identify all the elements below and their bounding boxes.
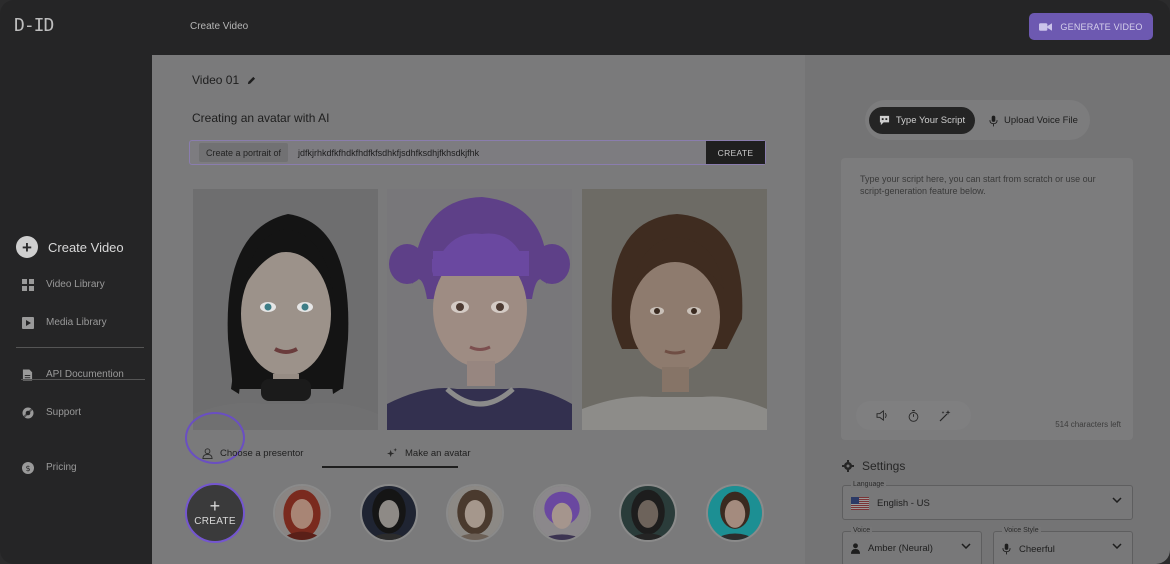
sidebar-item-create-video[interactable]: + Create Video [16, 236, 124, 258]
voice-select[interactable]: Voice Amber (Neural) [842, 527, 982, 564]
script-placeholder: Type your script here, you can start fro… [860, 174, 1096, 196]
create-avatar-label: CREATE [194, 516, 236, 527]
sidebar-item-label: Create Video [48, 239, 124, 255]
d-id-logo[interactable]: D-ID [14, 15, 54, 36]
breadcrumb: Create Video [190, 21, 249, 32]
voice-style-value-row: Cheerful [1002, 543, 1055, 555]
upload-voice-tab[interactable]: Upload Voice File [989, 107, 1078, 134]
script-tools [856, 401, 971, 430]
language-value-row: English - US [851, 497, 930, 510]
chat-icon [879, 115, 889, 126]
characters-left: 514 characters left [1055, 420, 1121, 429]
voice-value: Amber (Neural) [868, 543, 933, 554]
gear-icon [842, 460, 854, 472]
chevron-down-icon [961, 543, 971, 549]
tab-make-avatar[interactable]: Make an avatar [387, 440, 470, 467]
sidebar-item-label: Video Library [46, 279, 105, 290]
create-avatar-button[interactable]: + CREATE [185, 483, 245, 543]
person-icon [202, 448, 213, 459]
presenter-tabs: Choose a presentor Make an avatar [192, 440, 612, 468]
play-icon [21, 316, 34, 329]
prompt-create-button[interactable]: CREATE [706, 141, 765, 164]
presenter-thumbnail[interactable] [273, 484, 331, 542]
generate-video-button[interactable]: GENERATE VIDEO [1029, 13, 1153, 40]
generated-avatar-image[interactable] [387, 189, 572, 430]
settings-header: Settings [842, 459, 905, 473]
sidebar-item-label: Pricing [46, 462, 77, 473]
timer-icon[interactable] [908, 409, 919, 422]
presenter-thumbnail[interactable] [533, 484, 591, 542]
speaker-icon[interactable] [876, 410, 889, 421]
dollar-icon: $ [21, 461, 34, 474]
section-title: Creating an avatar with AI [192, 111, 330, 125]
microphone-icon [1002, 543, 1011, 555]
us-flag-icon [851, 497, 869, 510]
sidebar-item-video-library[interactable]: Video Library [21, 278, 105, 291]
sidebar-divider [21, 379, 145, 380]
voice-style-label: Voice Style [1002, 527, 1041, 534]
sidebar-item-pricing[interactable]: $ Pricing [21, 461, 77, 474]
person-icon [851, 543, 860, 554]
grid-icon [21, 278, 34, 291]
sidebar-item-media-library[interactable]: Media Library [21, 316, 107, 329]
prompt-input[interactable]: jdfkjrhkdfkfhdkfhdfkfsdhkfjsdhfksdhjfkhs… [298, 148, 706, 158]
sidebar: + Create Video Video Library Media Libra… [0, 55, 152, 564]
active-tab-underline [322, 466, 458, 468]
lifebuoy-icon [21, 406, 34, 419]
script-panel: Type Your Script Upload Voice File Type … [805, 55, 1170, 564]
settings-title: Settings [862, 459, 906, 473]
voice-style-select[interactable]: Voice Style Cheerful [993, 527, 1133, 564]
script-textarea[interactable]: Type your script here, you can start fro… [841, 158, 1133, 440]
chevron-down-icon [1112, 497, 1122, 503]
voice-label: Voice [851, 527, 873, 534]
chevron-down-icon [1112, 543, 1122, 549]
language-value: English - US [877, 498, 930, 509]
sidebar-item-label: Support [46, 407, 82, 418]
main-panel: Video 01 Creating an avatar with AI Crea… [152, 55, 805, 564]
script-mode-toggle: Type Your Script Upload Voice File [865, 100, 1090, 140]
top-bar: D-ID Create Video GENERATE VIDEO [0, 0, 1170, 55]
avatar-prompt-bar: Create a portrait of jdfkjrhkdfkfhdkfhdf… [189, 140, 766, 165]
tab-label: Make an avatar [405, 448, 471, 459]
app-window: D-ID Create Video GENERATE VIDEO + Creat… [0, 0, 1170, 564]
presenter-thumbnail[interactable] [706, 484, 764, 542]
video-title-row: Video 01 [192, 73, 256, 87]
video-title[interactable]: Video 01 [192, 73, 239, 87]
plus-icon: + [209, 496, 221, 516]
sidebar-divider [16, 347, 144, 348]
voice-value-row: Amber (Neural) [851, 543, 933, 554]
video-camera-icon [1039, 22, 1053, 31]
presenter-thumbnail[interactable] [360, 484, 418, 542]
microphone-icon [989, 115, 998, 126]
language-select[interactable]: Language English - US [842, 481, 1133, 520]
svg-text:$: $ [25, 464, 30, 473]
type-script-label: Type Your Script [895, 115, 966, 126]
presenter-thumbnail[interactable] [619, 484, 677, 542]
generated-avatar-image[interactable] [193, 189, 378, 430]
tab-choose-presentor[interactable]: Choose a presentor [202, 440, 303, 467]
voice-style-value: Cheerful [1019, 543, 1055, 555]
pencil-icon[interactable] [247, 76, 256, 85]
prompt-prefix: Create a portrait of [199, 143, 289, 162]
tab-label: Choose a presentor [220, 448, 304, 459]
presenter-thumbnail[interactable] [446, 484, 504, 542]
upload-voice-label: Upload Voice File [1004, 115, 1078, 126]
sidebar-item-label: Media Library [46, 317, 107, 328]
sidebar-item-support[interactable]: Support [21, 406, 81, 419]
plus-icon: + [16, 236, 38, 258]
type-script-tab[interactable]: Type Your Script [869, 107, 975, 134]
language-label: Language [851, 481, 887, 488]
pause-magic-icon[interactable] [939, 409, 951, 422]
generated-avatar-image[interactable] [582, 189, 767, 430]
sparkle-icon [387, 448, 398, 458]
generate-video-label: GENERATE VIDEO [1060, 21, 1143, 32]
